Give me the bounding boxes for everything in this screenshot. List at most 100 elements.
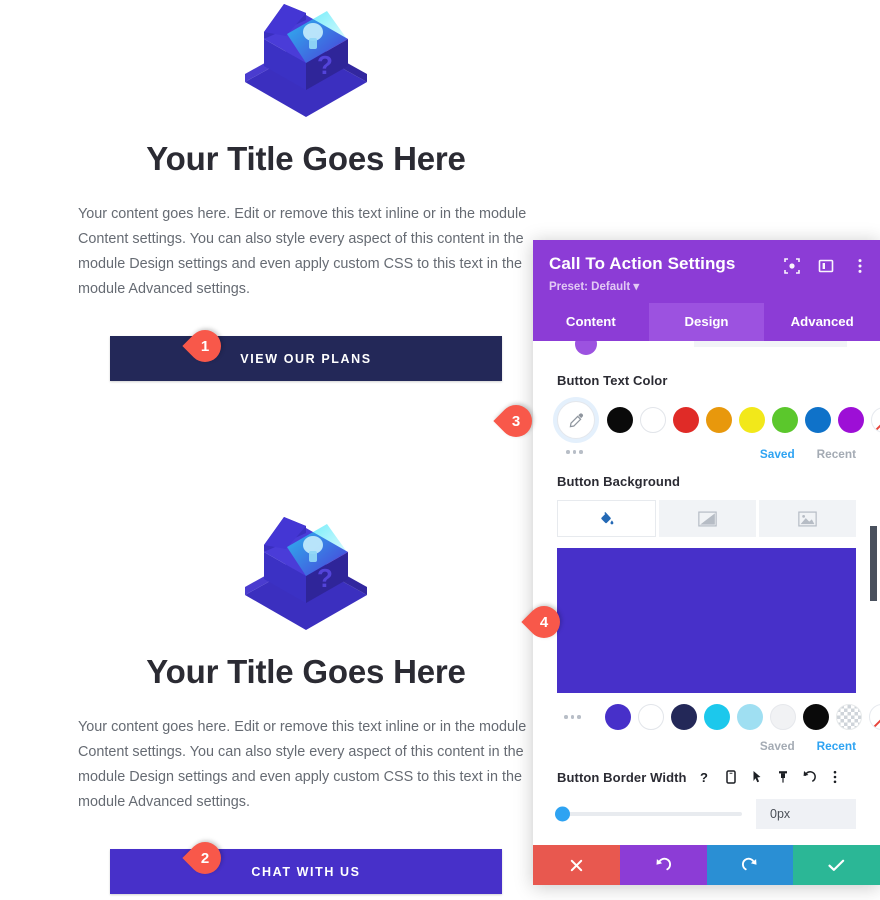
swatch-red[interactable]: [673, 407, 699, 433]
swatch-white[interactable]: [640, 407, 666, 433]
recent-swatch-black[interactable]: [802, 704, 829, 730]
panel-preset-selector[interactable]: Preset: Default ▾: [549, 279, 864, 293]
undo-button[interactable]: [619, 845, 707, 885]
panel-tabs: Content Design Advanced: [533, 303, 880, 341]
hover-cursor-icon[interactable]: [750, 769, 764, 785]
recent-swatch-checkered[interactable]: [835, 704, 862, 730]
svg-text:?: ?: [700, 770, 708, 785]
close-button[interactable]: [533, 845, 620, 885]
gradient-icon: [698, 510, 717, 527]
background-saved-tab[interactable]: Saved: [760, 739, 795, 753]
background-image-tab[interactable]: [759, 500, 856, 537]
redo-icon: [742, 857, 757, 870]
svg-text:?: ?: [317, 563, 333, 593]
isometric-box-lightbulb-question-mark-icon: ?: [245, 4, 367, 117]
button-text-color-label: Button Text Color: [557, 373, 668, 388]
tab-advanced[interactable]: Advanced: [764, 303, 880, 341]
cta-module-1: ? Your Title Goes Here Your content goes…: [0, 0, 612, 381]
cta-module-2: ? Your Title Goes Here Your content goes…: [0, 505, 612, 894]
cta-title-1: Your Title Goes Here: [146, 140, 466, 177]
button-text-color-swatches: [557, 401, 880, 439]
svg-text:?: ?: [317, 50, 333, 80]
button-border-width-field: Button Border Width ? 0px: [533, 769, 880, 829]
button-border-width-slider[interactable]: [555, 806, 742, 822]
button-border-width-label: Button Border Width: [557, 769, 687, 785]
button-border-width-value[interactable]: 0px: [756, 799, 856, 829]
panel-body: Button Text Color Saved Recent Button Ba…: [533, 341, 880, 845]
checkmark-icon: [828, 859, 845, 871]
recent-swatch-transparent[interactable]: [868, 704, 880, 730]
undo-icon: [656, 857, 671, 870]
text-color-recent-tab[interactable]: Recent: [817, 447, 856, 461]
illustration-1: ?: [0, 0, 612, 122]
cta-body-1: Your content goes here. Edit or remove t…: [78, 206, 527, 297]
isometric-box-lightbulb-question-mark-icon: ?: [245, 517, 367, 630]
close-x-icon: [570, 859, 583, 871]
eyedropper-glyph: [569, 412, 583, 427]
clipped-previous-control: [533, 341, 880, 355]
more-colors-icon[interactable]: [564, 710, 581, 724]
panel-header-icons: [784, 258, 868, 274]
cta-button-1-label: VIEW OUR PLANS: [240, 351, 372, 366]
background-color-tab[interactable]: [557, 500, 656, 537]
more-colors-icon[interactable]: [566, 445, 583, 459]
recent-swatch-white[interactable]: [637, 704, 664, 730]
clipped-swatch: [575, 341, 597, 355]
background-color-preview[interactable]: [557, 548, 856, 693]
slider-thumb[interactable]: [555, 806, 570, 822]
button-border-width-header: Button Border Width ?: [557, 769, 856, 785]
swatch-blue[interactable]: [805, 407, 831, 433]
background-color-swatches: [557, 704, 880, 730]
border-width-option-icons: ?: [698, 769, 842, 785]
panel-preset-label: Preset: Default: [549, 281, 631, 293]
chevron-down-icon: ▾: [633, 281, 640, 293]
paint-bucket-icon: [601, 512, 614, 525]
kebab-menu-icon[interactable]: [828, 769, 842, 785]
cta-button-2-label: CHAT WITH US: [251, 864, 361, 879]
responsive-device-icon[interactable]: [724, 769, 738, 785]
cta-button-1[interactable]: VIEW OUR PLANS: [110, 336, 502, 381]
swatch-black[interactable]: [607, 407, 633, 433]
cta-title-2: Your Title Goes Here: [146, 653, 466, 690]
background-gradient-tab[interactable]: [659, 500, 756, 537]
swatch-transparent[interactable]: [871, 407, 880, 433]
tab-design[interactable]: Design: [648, 303, 765, 341]
call-to-action-settings-panel: Call To Action Settings Preset: Default …: [533, 240, 880, 885]
eyedropper-icon[interactable]: [557, 401, 595, 439]
button-background-label: Button Background: [557, 474, 681, 489]
button-background-field: Button Background Saved Recent: [533, 474, 880, 753]
swatch-purple[interactable]: [838, 407, 864, 433]
panel-scrollbar[interactable]: [870, 526, 877, 601]
background-saved-recent-tabs: Saved Recent: [557, 739, 856, 753]
text-color-saved-tab[interactable]: Saved: [760, 447, 795, 461]
recent-swatch-off-white[interactable]: [769, 704, 796, 730]
tab-content[interactable]: Content: [533, 303, 649, 341]
button-border-width-slider-row: 0px: [555, 799, 856, 829]
illustration-2: ?: [0, 505, 612, 635]
layout-split-icon[interactable]: [818, 258, 834, 274]
text-color-saved-recent-tabs: Saved Recent: [760, 447, 856, 461]
redo-button[interactable]: [706, 845, 794, 885]
recent-swatch-navy[interactable]: [670, 704, 697, 730]
recent-swatch-light-blue[interactable]: [736, 704, 763, 730]
reset-undo-icon[interactable]: [802, 769, 816, 785]
kebab-menu-icon[interactable]: [852, 258, 868, 274]
clipped-input: [694, 341, 847, 347]
save-button[interactable]: [793, 845, 880, 885]
sticky-pin-icon[interactable]: [776, 769, 790, 785]
background-recent-tab[interactable]: Recent: [817, 739, 856, 753]
cta-button-2[interactable]: CHAT WITH US: [110, 849, 502, 894]
image-icon: [798, 510, 817, 527]
button-text-color-field: Button Text Color Saved Recent: [533, 373, 880, 461]
recent-swatch-purple[interactable]: [604, 704, 631, 730]
panel-footer: [533, 845, 880, 885]
button-background-type-tabs: [557, 500, 856, 537]
cta-body-2: Your content goes here. Edit or remove t…: [78, 719, 527, 810]
recent-swatch-cyan[interactable]: [703, 704, 730, 730]
panel-header: Call To Action Settings Preset: Default …: [533, 240, 880, 303]
swatch-yellow[interactable]: [739, 407, 765, 433]
help-icon[interactable]: ?: [698, 769, 712, 785]
swatch-orange[interactable]: [706, 407, 732, 433]
swatch-green[interactable]: [772, 407, 798, 433]
focus-target-icon[interactable]: [784, 258, 800, 274]
